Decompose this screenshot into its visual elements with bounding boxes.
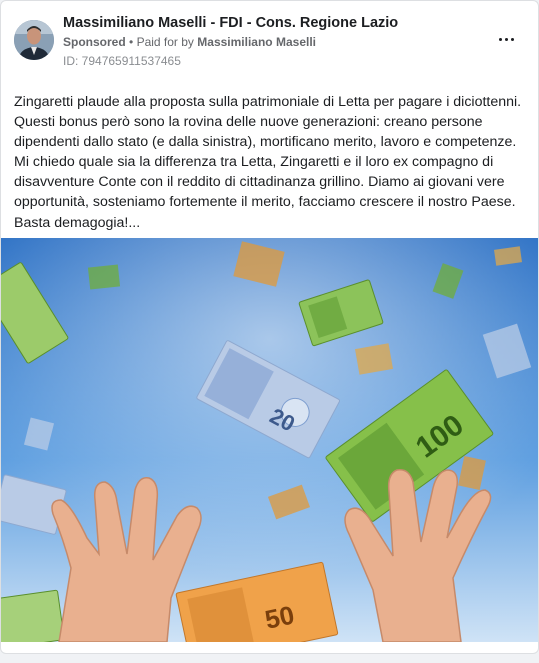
ad-post-card: Massimiliano Maselli - FDI - Cons. Regio… (0, 0, 539, 654)
body-line: Questi bonus però sono la rovina delle n… (14, 114, 483, 131)
body-line: disavventure Conte con il reddito di cit… (14, 174, 505, 191)
body-line: Mi chiedo quale sia la differenza tra Le… (14, 154, 494, 171)
body-line: Zingaretti plaude alla proposta sulla pa… (14, 94, 522, 110)
post-body-text: Zingaretti plaude alla proposta sulla pa… (14, 92, 532, 233)
avatar-image (14, 20, 54, 60)
sponsored-label: Sponsored (63, 35, 126, 49)
ad-meta-line: Sponsored • Paid for by Massimiliano Mas… (63, 35, 316, 49)
body-line: dipendenti dallo stato (e dalla sinistra… (14, 134, 517, 151)
falling-money-illustration: 20 100 50 (1, 238, 538, 642)
meta-separator: • (129, 35, 134, 49)
ad-id: ID: 794765911537465 (63, 54, 181, 68)
body-line: opportunità, sosteniamo fortemente il me… (14, 194, 516, 211)
body-line: Basta demagogia!... (14, 214, 141, 231)
avatar[interactable] (14, 20, 54, 60)
banknote-bottom-left (1, 589, 65, 642)
more-options-button[interactable] (495, 29, 519, 49)
paid-for-name: Massimiliano Maselli (197, 35, 316, 49)
banknote-50-label: 50 (262, 600, 297, 635)
post-header: Massimiliano Maselli - FDI - Cons. Regio… (1, 1, 538, 81)
page-name-link[interactable]: Massimiliano Maselli - FDI - Cons. Regio… (63, 15, 398, 31)
paid-for-prefix: Paid for by (136, 35, 194, 49)
post-media-image[interactable]: 20 100 50 (1, 238, 538, 642)
